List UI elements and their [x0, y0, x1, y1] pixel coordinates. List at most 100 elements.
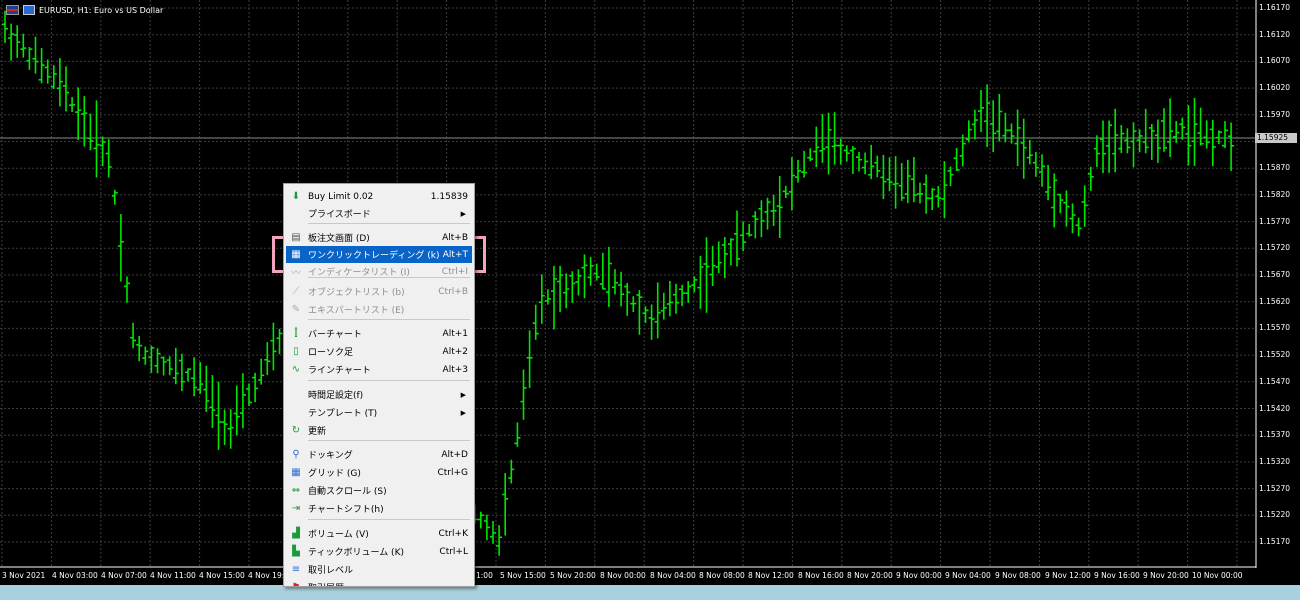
price-bar: [477, 511, 484, 529]
price-bar: [526, 330, 533, 388]
time-tick-label: 8 Nov 12:00: [748, 571, 794, 580]
price-bar: [910, 156, 917, 203]
menu-item[interactable]: テンプレート (T) ▶: [286, 404, 472, 421]
menu-item-label: Buy Limit 0.02: [308, 191, 374, 202]
menu-item-shortcut: Alt+3: [442, 364, 468, 375]
menu-item[interactable]: ▯ ローソク足 Alt+2: [286, 343, 472, 360]
time-tick-label: 8 Nov 20:00: [847, 571, 893, 580]
menu-item-label: 取引レベル: [308, 566, 354, 576]
price-bar: [1057, 193, 1064, 214]
price-bar: [490, 520, 496, 544]
menu-item[interactable]: ⇥ チャートシフト(h): [286, 500, 472, 517]
chart-title-bar: EURUSD, H1: Euro vs US Dollar: [6, 5, 163, 15]
time-tick-label: 4 Nov 03:00: [52, 571, 98, 580]
menu-separator: [308, 223, 470, 224]
menu-item-label: 自動スクロール (S): [308, 487, 387, 497]
price-bar: [44, 59, 51, 84]
price-bar: [599, 252, 606, 290]
menu-item[interactable]: ∿ ラインチャート Alt+3: [286, 361, 472, 378]
menu-item-label: グリッド (G): [308, 469, 361, 479]
price-bar: [898, 163, 905, 201]
price-bar: [1008, 123, 1015, 144]
price-bar: [227, 409, 234, 449]
price-bar: [807, 148, 814, 162]
menu-item[interactable]: ⚑ 取引履歴: [286, 579, 472, 586]
price-bar: [1215, 130, 1222, 145]
price-bar: [26, 47, 33, 70]
price-tick-label: 1.15770: [1259, 216, 1291, 226]
price-bar: [1179, 117, 1186, 140]
buy-limit-icon: ⬇: [291, 191, 301, 202]
price-bar: [1069, 203, 1076, 234]
price-bar: [697, 255, 704, 309]
price-bar: [1093, 135, 1100, 167]
menu-item[interactable]: ▟ ボリューム (V) Ctrl+K: [286, 525, 472, 542]
menu-item[interactable]: ⫿ バーチャート Alt+1: [286, 325, 472, 342]
price-bar: [1142, 108, 1149, 154]
context-menu[interactable]: ⬇ Buy Limit 0.02 1.15839 プライスボード ▶ ▤ 板注文画面 (D)…: [283, 183, 475, 587]
menu-item[interactable]: ⬇ Buy Limit 0.02 1.15839: [286, 188, 472, 205]
menu-item[interactable]: ↻ 更新: [286, 422, 472, 439]
chart-area[interactable]: EURUSD, H1: Euro vs US Dollar 1.16170 1.1…: [0, 0, 1300, 585]
price-bar: [843, 145, 850, 162]
chart-shift-icon: ⇥: [291, 503, 301, 514]
menu-item[interactable]: ▙ ティックボリューム (K) Ctrl+L: [286, 543, 472, 560]
menu-item-label: チャートシフト(h): [308, 505, 384, 515]
price-bar: [197, 362, 204, 394]
menu-item[interactable]: ▤ 板注文画面 (D) Alt+B: [286, 229, 472, 246]
one-click-trade-icon[interactable]: [23, 5, 35, 15]
price-bar: [63, 66, 69, 112]
menu-item-shortcut: Ctrl+L: [439, 546, 468, 557]
price-bar: [1106, 120, 1113, 173]
menu-item-label: オブジェクトリスト (b): [308, 288, 405, 298]
menu-item-label: 板注文画面 (D): [308, 234, 370, 244]
price-bar: [612, 269, 618, 295]
price-bar: [1209, 119, 1216, 167]
price-bar: [1130, 122, 1137, 168]
price-bar: [1136, 129, 1143, 153]
menu-item[interactable]: ▦ グリッド (G) Ctrl+G: [286, 464, 472, 481]
time-tick-label: 9 Nov 20:00: [1143, 571, 1189, 580]
price-bar: [160, 356, 167, 376]
price-bar: [666, 280, 673, 317]
time-tick-label: 9 Nov 00:00: [896, 571, 942, 580]
price-bar: [721, 236, 728, 279]
price-tick-label: 1.15170: [1259, 537, 1291, 546]
price-bar: [788, 157, 795, 211]
price-bar: [185, 368, 191, 382]
time-tick-label: 8 Nov 08:00: [699, 571, 745, 580]
time-tick-label: 9 Nov 16:00: [1094, 571, 1140, 580]
price-bar: [130, 322, 137, 349]
price-bar: [709, 245, 716, 287]
price-tick-label: 1.15220: [1259, 510, 1291, 520]
price-bar: [923, 174, 930, 214]
menu-item[interactable]: ⚲ ドッキング Alt+D: [286, 446, 472, 463]
trade-level-icon: ≡: [291, 564, 301, 575]
time-tick-label: 9 Nov 12:00: [1045, 571, 1091, 580]
price-bar: [154, 348, 161, 374]
time-tick-label: 8 Nov 00:00: [600, 571, 646, 580]
menu-item[interactable]: 時間足設定(f) ▶: [286, 386, 472, 403]
menu-item-shortcut: Alt+1: [442, 328, 468, 339]
time-tick-label: 10 Nov 00:00: [1192, 571, 1243, 580]
price-bar: [520, 369, 527, 420]
trade-history-icon: ⚑: [289, 581, 303, 586]
time-tick-label: 8 Nov 16:00: [798, 571, 844, 580]
menu-item[interactable]: ⇔ 自動スクロール (S): [286, 482, 472, 499]
price-bar: [795, 159, 801, 183]
menu-item-shortcut: Ctrl+B: [438, 286, 468, 297]
time-tick-label: 9 Nov 04:00: [945, 571, 991, 580]
price-bar: [221, 409, 228, 445]
menu-item[interactable]: ≡ 取引レベル: [286, 561, 472, 578]
price-bar: [648, 304, 655, 340]
price-bar: [886, 157, 893, 192]
menu-item-label: 時間足設定(f): [308, 391, 364, 401]
price-bar: [178, 353, 185, 392]
menu-item[interactable]: プライスボード ▶: [286, 205, 472, 222]
menu-item[interactable]: ▦ ワンクリックトレーディング (k) Alt+T: [286, 246, 472, 263]
price-bar: [508, 459, 515, 484]
price-bar: [813, 126, 820, 168]
price-chart[interactable]: [0, 0, 1300, 585]
price-bar: [734, 210, 740, 267]
price-bar: [1051, 173, 1058, 228]
